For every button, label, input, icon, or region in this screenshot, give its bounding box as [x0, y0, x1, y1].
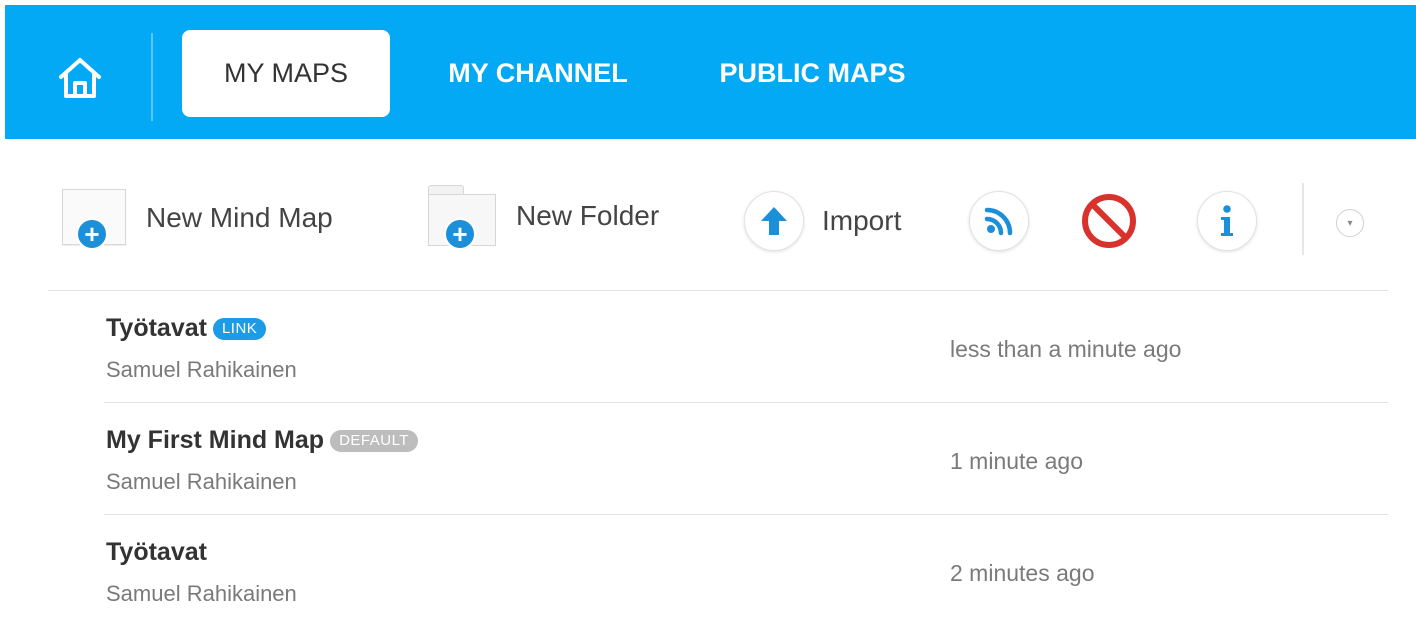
- top-nav-bar: MY MAPS MY CHANNEL PUBLIC MAPS: [5, 5, 1416, 139]
- map-title-text: Työtavat: [106, 314, 207, 342]
- rss-button[interactable]: [969, 191, 1029, 251]
- new-mind-map-icon: +: [62, 189, 128, 250]
- nav-divider: [151, 33, 153, 121]
- folder-icon: +: [428, 185, 498, 250]
- new-folder-button[interactable]: + New Folder: [428, 185, 660, 250]
- more-options-button[interactable]: ▾: [1336, 209, 1364, 237]
- tab-public-maps[interactable]: PUBLIC MAPS: [705, 30, 920, 117]
- plus-icon: +: [444, 218, 476, 250]
- plus-icon: +: [76, 218, 108, 250]
- map-title-text: My First Mind Map: [106, 426, 325, 454]
- map-row[interactable]: My First Mind Map DEFAULT Samuel Rahikai…: [104, 403, 1388, 515]
- import-button[interactable]: Import: [744, 191, 901, 251]
- map-modified-time: 1 minute ago: [950, 448, 1083, 474]
- map-title: My First Mind Map DEFAULT: [106, 426, 418, 455]
- map-modified-time: 2 minutes ago: [950, 560, 1095, 586]
- map-modified-time: less than a minute ago: [950, 336, 1182, 362]
- map-title: Työtavat: [106, 538, 207, 567]
- toolbar-divider: [1302, 183, 1304, 255]
- import-icon-circle: [744, 191, 804, 251]
- map-row[interactable]: Työtavat Samuel Rahikainen 2 minutes ago: [104, 515, 1388, 627]
- tab-my-maps[interactable]: MY MAPS: [182, 30, 390, 117]
- upload-arrow-icon: [761, 207, 787, 235]
- map-row[interactable]: Työtavat LINK Samuel Rahikainen less tha…: [104, 291, 1388, 403]
- map-owner: Samuel Rahikainen: [106, 469, 297, 494]
- new-mind-map-button[interactable]: + New Mind Map: [62, 189, 333, 250]
- map-title-text: Työtavat: [106, 538, 207, 566]
- link-badge: LINK: [212, 317, 267, 340]
- map-owner: Samuel Rahikainen: [106, 357, 297, 382]
- block-icon: [1082, 194, 1136, 248]
- rss-icon: [984, 207, 1013, 236]
- block-button[interactable]: [1078, 190, 1140, 252]
- info-icon: [1221, 205, 1233, 236]
- home-icon: [59, 58, 101, 98]
- map-owner: Samuel Rahikainen: [106, 581, 297, 606]
- home-button[interactable]: [57, 55, 103, 101]
- new-folder-label: New Folder: [516, 200, 660, 231]
- import-label: Import: [822, 205, 902, 236]
- chevron-down-icon: ▾: [1347, 217, 1353, 229]
- default-badge: DEFAULT: [330, 429, 418, 452]
- map-title: Työtavat LINK: [106, 314, 267, 343]
- info-button[interactable]: [1197, 191, 1257, 251]
- tab-my-channel[interactable]: MY CHANNEL: [431, 30, 645, 117]
- new-mind-map-label: New Mind Map: [146, 202, 333, 233]
